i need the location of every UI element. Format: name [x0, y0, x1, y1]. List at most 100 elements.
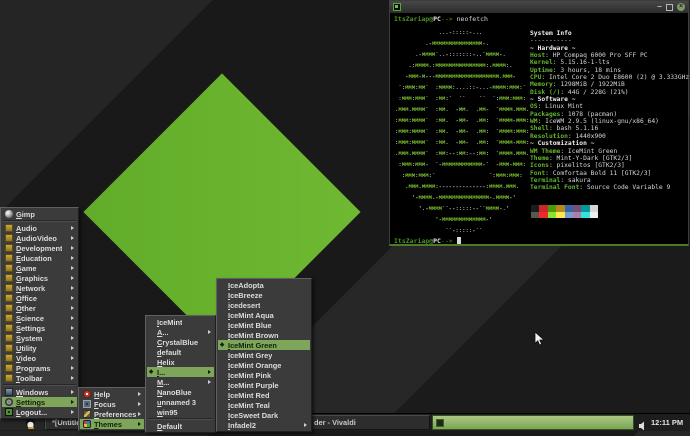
menu-item-education[interactable]: Education [2, 253, 77, 263]
menu-item-audiovideo[interactable]: AudioVideo [2, 233, 77, 243]
menu-item-crystalblue[interactable]: CrystalBlue [147, 337, 214, 347]
info-row: Kernel: 5.15.16-1-lts [530, 59, 689, 66]
menu-item-office[interactable]: Office [2, 293, 77, 303]
menu-item-icemint-red[interactable]: IceMint Red [218, 390, 310, 400]
menu-item-logout[interactable]: Logout... [2, 407, 77, 417]
menu-item-audio[interactable]: Audio [2, 223, 77, 233]
menu-item-development[interactable]: Development [2, 243, 77, 253]
volume-icon[interactable] [638, 418, 648, 436]
folder-icon [5, 324, 13, 332]
menu-item-default[interactable]: default [147, 347, 214, 357]
menu-item-science[interactable]: Science [2, 313, 77, 323]
terminal-icon [393, 3, 401, 11]
maximize-button[interactable] [666, 4, 673, 11]
folder-icon [5, 254, 13, 262]
folder-icon [5, 344, 13, 352]
menu-item-icemint-brown[interactable]: IceMint Brown [218, 330, 310, 340]
menu-item-help[interactable]: Help [80, 389, 144, 399]
info-row: Memory: 1298MiB / 1922MiB [530, 81, 689, 88]
menu-item-default[interactable]: Default [147, 421, 214, 431]
menu-item-nanoblue[interactable]: NanoBlue [147, 387, 214, 397]
menu-item-m[interactable]: M... [147, 377, 214, 387]
menu-item-preferences[interactable]: Preferences [80, 409, 144, 419]
menu-item-icemint-aqua[interactable]: IceMint Aqua [218, 310, 310, 320]
menu-item-programs[interactable]: Programs [2, 363, 77, 373]
menu-item-game[interactable]: Game [2, 263, 77, 273]
menu-item-settings[interactable]: Settings [2, 323, 77, 333]
menu-item-icemint-purple[interactable]: IceMint Purple [218, 380, 310, 390]
info-row: CPU: Intel Core 2 Duo E8600 (2) @ 3.333G… [530, 74, 689, 81]
menu-item-label: M... [157, 378, 169, 387]
menu-item-system[interactable]: System [2, 333, 77, 343]
menu-item-label: IceMint [157, 318, 182, 327]
menu-item-label: Toolbar [16, 374, 43, 383]
menu-item-video[interactable]: Video [2, 353, 77, 363]
close-button[interactable]: × [677, 3, 685, 11]
taskbar-task-terminal-active[interactable] [432, 415, 634, 430]
terminal-titlebar[interactable]: − × [390, 1, 688, 13]
menu-item-helix[interactable]: Helix [147, 357, 214, 367]
menu-item-settings[interactable]: Settings [2, 397, 77, 407]
menu-item-win95[interactable]: win95 [147, 407, 214, 417]
info-row: Theme: Mint-Y-Dark [GTK2/3] [530, 155, 689, 162]
menu-item-icemint-grey[interactable]: IceMint Grey [218, 350, 310, 360]
menu-item-label: Education [16, 254, 52, 263]
menu-item-icemint-pink[interactable]: IceMint Pink [218, 370, 310, 380]
menu-item-iceadopta[interactable]: IceAdopta [218, 280, 310, 290]
menu-item-label: Windows [16, 388, 48, 397]
themes-i-submenu: IceAdoptaIceBreezeicedesertIceMint AquaI… [216, 278, 312, 432]
menu-item-icemint-blue[interactable]: IceMint Blue [218, 320, 310, 330]
menu-item-icebreeze[interactable]: IceBreeze [218, 290, 310, 300]
menu-item-windows[interactable]: Windows [2, 387, 77, 397]
menu-item-other[interactable]: Other [2, 303, 77, 313]
submenu-arrow-icon [71, 376, 74, 380]
submenu-arrow-icon [304, 423, 307, 427]
menu-item-toolbar[interactable]: Toolbar [2, 373, 77, 383]
menu-item-label: Gimp [16, 210, 35, 219]
logout-icon [5, 408, 13, 416]
current-theme-marker: ◆ [149, 369, 153, 375]
menu-item-unnamed-3[interactable]: unnamed 3 [147, 397, 214, 407]
menu-item-icemint[interactable]: IceMint [147, 317, 214, 327]
menu-item-gimp[interactable]: Gimp [2, 209, 77, 219]
folder-icon [5, 244, 13, 252]
menu-item-graphics[interactable]: Graphics [2, 273, 77, 283]
terminal-output[interactable]: ItsZariap@PC--> neofetch ...-:::::-... .… [390, 13, 688, 243]
menu-item-themes[interactable]: Themes [80, 419, 144, 429]
submenu-arrow-icon [71, 226, 74, 230]
menu-item-label: Logout... [16, 408, 47, 417]
submenu-arrow-icon [71, 400, 74, 404]
menu-item-label: A... [157, 328, 169, 337]
menu-item-icemint-green[interactable]: ◆IceMint Green [218, 340, 310, 350]
menu-item-label: IceMint Grey [228, 351, 272, 360]
menu-item-icedesert[interactable]: icedesert [218, 300, 310, 310]
menu-item-icemint-teal[interactable]: IceMint Teal [218, 400, 310, 410]
themes-icon [83, 420, 91, 428]
info-title: System Info [530, 30, 689, 37]
menu-item-i[interactable]: ◆I... [147, 367, 214, 377]
folder-icon [5, 304, 13, 312]
submenu-arrow-icon [71, 256, 74, 260]
menu-item-label: Other [16, 304, 36, 313]
taskbar-clock[interactable]: 12:11 PM [651, 418, 683, 427]
root-menu: GimpAudioAudioVideoDevelopmentEducationG… [0, 207, 79, 419]
menu-item-label: System [16, 334, 42, 343]
menu-item-label: Settings [16, 398, 45, 407]
menu-item-utility[interactable]: Utility [2, 343, 77, 353]
menu-item-label: IceMint Green [228, 341, 277, 350]
menu-item-label: NanoBlue [157, 388, 192, 397]
menu-item-network[interactable]: Network [2, 283, 77, 293]
menu-item-label: default [157, 348, 181, 357]
menu-item-label: Audio [16, 224, 37, 233]
menu-item-label: IceAdopta [228, 281, 264, 290]
palette-swatch [573, 212, 581, 219]
info-row: Uptime: 3 hours, 18 mins [530, 67, 689, 74]
minimize-button[interactable]: − [657, 3, 662, 11]
menu-item-a[interactable]: A... [147, 327, 214, 337]
menu-item-icesweet-dark[interactable]: IceSweet Dark [218, 410, 310, 420]
menu-item-infadel2[interactable]: Infadel2 [218, 420, 310, 430]
menu-item-icemint-orange[interactable]: IceMint Orange [218, 360, 310, 370]
terminal-window[interactable]: − × ItsZariap@PC--> neofetch ...-:::::-.… [389, 0, 689, 246]
menu-item-focus[interactable]: Focus [80, 399, 144, 409]
folder-icon [5, 234, 13, 242]
